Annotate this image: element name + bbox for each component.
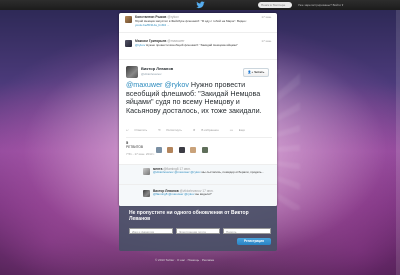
avatar[interactable] xyxy=(125,16,132,23)
reply-tweet[interactable]: Виктор Леванов @viktorlevanov 17 июн. @f… xyxy=(119,184,277,206)
signup-name-input[interactable]: Имя и фамилия xyxy=(129,228,173,234)
avatar[interactable] xyxy=(167,147,174,153)
mention-link[interactable]: @flaming8 @maxuwer @rykov xyxy=(153,192,194,196)
tweet-text: @rykov Нужно провести всеобщий флешмоб: … xyxy=(135,43,269,47)
avatar[interactable] xyxy=(143,190,150,197)
more-action[interactable]: ••• Ещё xyxy=(230,128,250,132)
favorite-action[interactable]: ★ В избранное xyxy=(193,128,224,132)
retweet-label: Ретвитнуть xyxy=(166,128,182,132)
retweeter-avatars xyxy=(156,140,209,158)
tweet-text: Юрий Немцов запустил в Фейсбуке флешмоб:… xyxy=(135,19,269,27)
more-icon: ••• xyxy=(229,128,234,132)
signup-button[interactable]: Регистрация xyxy=(237,238,271,245)
user-name[interactable]: Виктор Леванов xyxy=(141,66,173,71)
tweet-text-body: мы льстились, помидор отберали, продать.… xyxy=(200,170,264,174)
twitter-bird-icon[interactable] xyxy=(196,1,205,9)
tweet-column: Константин Рыков @rykov 17 июн. Юрий Нем… xyxy=(119,13,277,206)
retweet-action[interactable]: ⟲ Ретвитнуть xyxy=(158,128,187,132)
reply-icon: ↩ xyxy=(126,128,130,132)
mention-link[interactable]: @viktorlevanov @maxuwer @rykov xyxy=(153,170,201,174)
avatar[interactable] xyxy=(156,147,162,153)
reply-action[interactable]: ↩ Ответить xyxy=(126,128,152,132)
retweet-icon: ⟲ xyxy=(158,128,162,132)
signup-email-input[interactable]: Электронная почта xyxy=(176,228,220,234)
tweet-text: @viktorlevanov @maxuwer @rykov мы льстил… xyxy=(153,170,271,175)
star-icon: ★ xyxy=(192,128,197,132)
user-handle[interactable]: @viktorlevanov xyxy=(141,72,162,76)
footer-links[interactable]: © 2013 Twitter · О нас · Помощь · Реклам… xyxy=(155,258,214,262)
avatar[interactable] xyxy=(190,147,197,153)
avatar[interactable] xyxy=(125,40,132,47)
tweet-text: @maxuwer @rykov Нужно провести всеобщий … xyxy=(126,80,272,115)
main-tweet: Виктор Леванов @viktorlevanov 👤+ Читать … xyxy=(119,62,277,162)
scrollbar[interactable] xyxy=(396,10,400,275)
more-label: Ещё xyxy=(238,128,245,132)
follow-label: Читать xyxy=(253,70,265,74)
tweet-actions: ↩ Ответить ⟲ Ретвитнуть ★ В избранное ••… xyxy=(126,128,255,132)
avatar[interactable] xyxy=(143,168,150,175)
tweet-link[interactable]: youtu.be/fD31Ja_bnM4 ... xyxy=(135,23,169,27)
signup-password-input[interactable]: Пароль xyxy=(223,228,271,234)
context-tweet[interactable]: Максим Григорьев @maxuwer 17 июн. @rykov… xyxy=(119,35,277,60)
signup-box: Не пропустите ни одного обновления от Ви… xyxy=(119,206,277,251)
avatar[interactable] xyxy=(178,147,185,153)
tweet-date[interactable]: 7:51 - 17 июн. 2013 г. xyxy=(126,152,155,156)
context-tweet[interactable]: Константин Рыков @rykov 17 июн. Юрий Нем… xyxy=(119,13,277,33)
mention-link[interactable]: @rykov xyxy=(135,43,145,47)
tweet-text-body: вы видели? xyxy=(194,192,212,196)
avatar[interactable] xyxy=(126,66,138,78)
follow-button[interactable]: 👤+ Читать xyxy=(243,68,269,77)
reply-tweet[interactable]: мента @flaming8 17 июн. @viktorlevanov @… xyxy=(119,164,277,184)
top-navbar: Поиск в Твиттере Уже зарегистрированы? В… xyxy=(0,0,400,10)
tweet-text-body: Нужно провести всеобщий флешмоб: "Закида… xyxy=(145,43,238,47)
avatar[interactable] xyxy=(201,147,208,153)
favorite-label: В избранное xyxy=(201,128,219,132)
tweet-text: @flaming8 @maxuwer @rykov вы видели? xyxy=(153,192,271,197)
tweet-stats: 5 РЕТВИТОВ xyxy=(126,137,272,153)
retweet-count-label: РЕТВИТОВ xyxy=(126,145,144,149)
search-input[interactable]: Поиск в Твиттере xyxy=(258,2,292,8)
reply-label: Ответить xyxy=(134,128,148,132)
signin-link[interactable]: Уже зарегистрированы? Войти ▾ xyxy=(298,2,343,8)
signup-title: Не пропустите ни одного обновления от Ви… xyxy=(129,210,249,222)
